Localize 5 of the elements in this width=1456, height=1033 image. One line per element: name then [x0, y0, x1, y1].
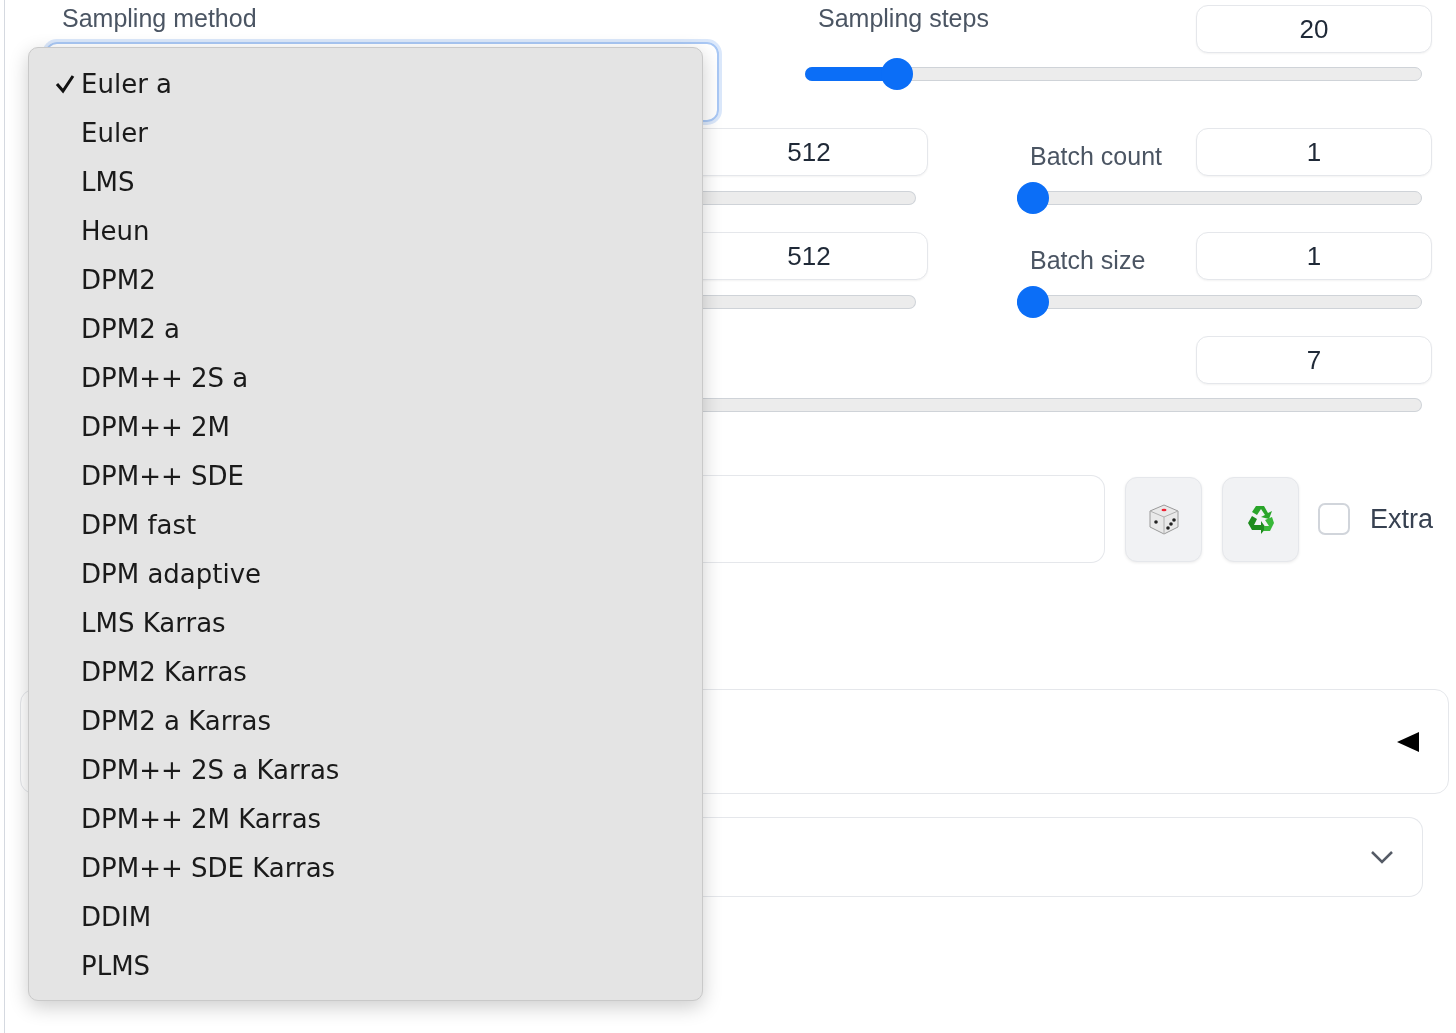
- field-label: Sampling method: [62, 4, 258, 34]
- field-label: Batch size: [1030, 246, 1146, 275]
- checkbox-label: Extra: [1370, 503, 1434, 535]
- field-label: Sampling steps: [818, 4, 989, 33]
- field-label: Batch count: [1030, 142, 1163, 171]
